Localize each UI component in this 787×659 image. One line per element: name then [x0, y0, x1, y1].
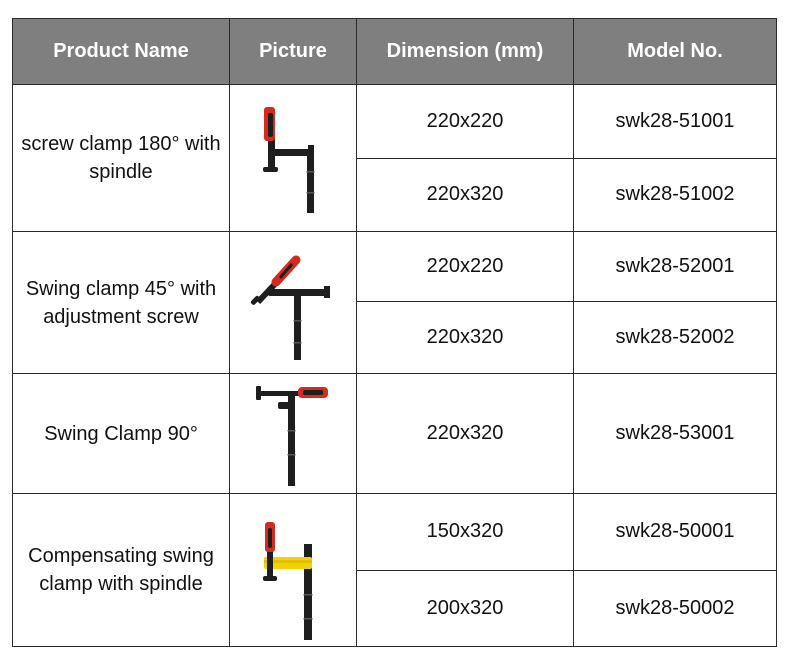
product-name-cell: Compensating swing clamp with spindle [12, 493, 230, 647]
header-picture: Picture [229, 18, 357, 85]
dimension-cell: 220x320 [356, 301, 574, 374]
table-row: Swing clamp 45° with adjustment screw 22… [12, 230, 777, 374]
model-cell: swk28-51002 [573, 157, 777, 232]
header-dimension: Dimension (mm) [356, 18, 574, 85]
product-picture-cell [229, 231, 357, 374]
model-cell: swk28-52001 [573, 230, 777, 303]
header-product-name: Product Name [12, 18, 230, 85]
product-name-cell: Swing clamp 45° with adjustment screw [12, 231, 230, 374]
product-spec-table: Product Name Picture Dimension (mm) Mode… [12, 18, 777, 647]
header-model-no: Model No. [573, 18, 777, 85]
swing-clamp-45-icon [250, 255, 330, 360]
table-row: screw clamp 180° with spindle 220x220 sw… [12, 84, 777, 232]
model-cell: swk28-52002 [573, 301, 777, 374]
model-cell: swk28-50002 [573, 569, 777, 647]
dimension-cell: 220x220 [356, 84, 574, 159]
dimension-cell: 220x320 [356, 373, 574, 494]
model-cell: swk28-53001 [573, 373, 777, 494]
dimension-cell: 220x220 [356, 230, 574, 303]
product-name-cell: screw clamp 180° with spindle [12, 84, 230, 232]
dimension-cell: 150x320 [356, 493, 574, 571]
screw-clamp-180-icon [263, 107, 315, 213]
model-cell: swk28-51001 [573, 84, 777, 159]
table-row: Swing Clamp 90° 220x320 swk28-53001 [12, 373, 777, 494]
swing-clamp-90-icon [256, 386, 328, 486]
compensating-clamp-icon [263, 522, 313, 640]
dimension-cell: 200x320 [356, 569, 574, 647]
dimension-cell: 220x320 [356, 157, 574, 232]
table-row: Compensating swing clamp with spindle 15… [12, 493, 777, 647]
model-cell: swk28-50001 [573, 493, 777, 571]
header-row: Product Name Picture Dimension (mm) Mode… [12, 18, 777, 85]
product-name-cell: Swing Clamp 90° [12, 373, 230, 494]
product-picture-cell [229, 373, 357, 494]
product-picture-cell [229, 493, 357, 647]
product-picture-cell [229, 84, 357, 232]
